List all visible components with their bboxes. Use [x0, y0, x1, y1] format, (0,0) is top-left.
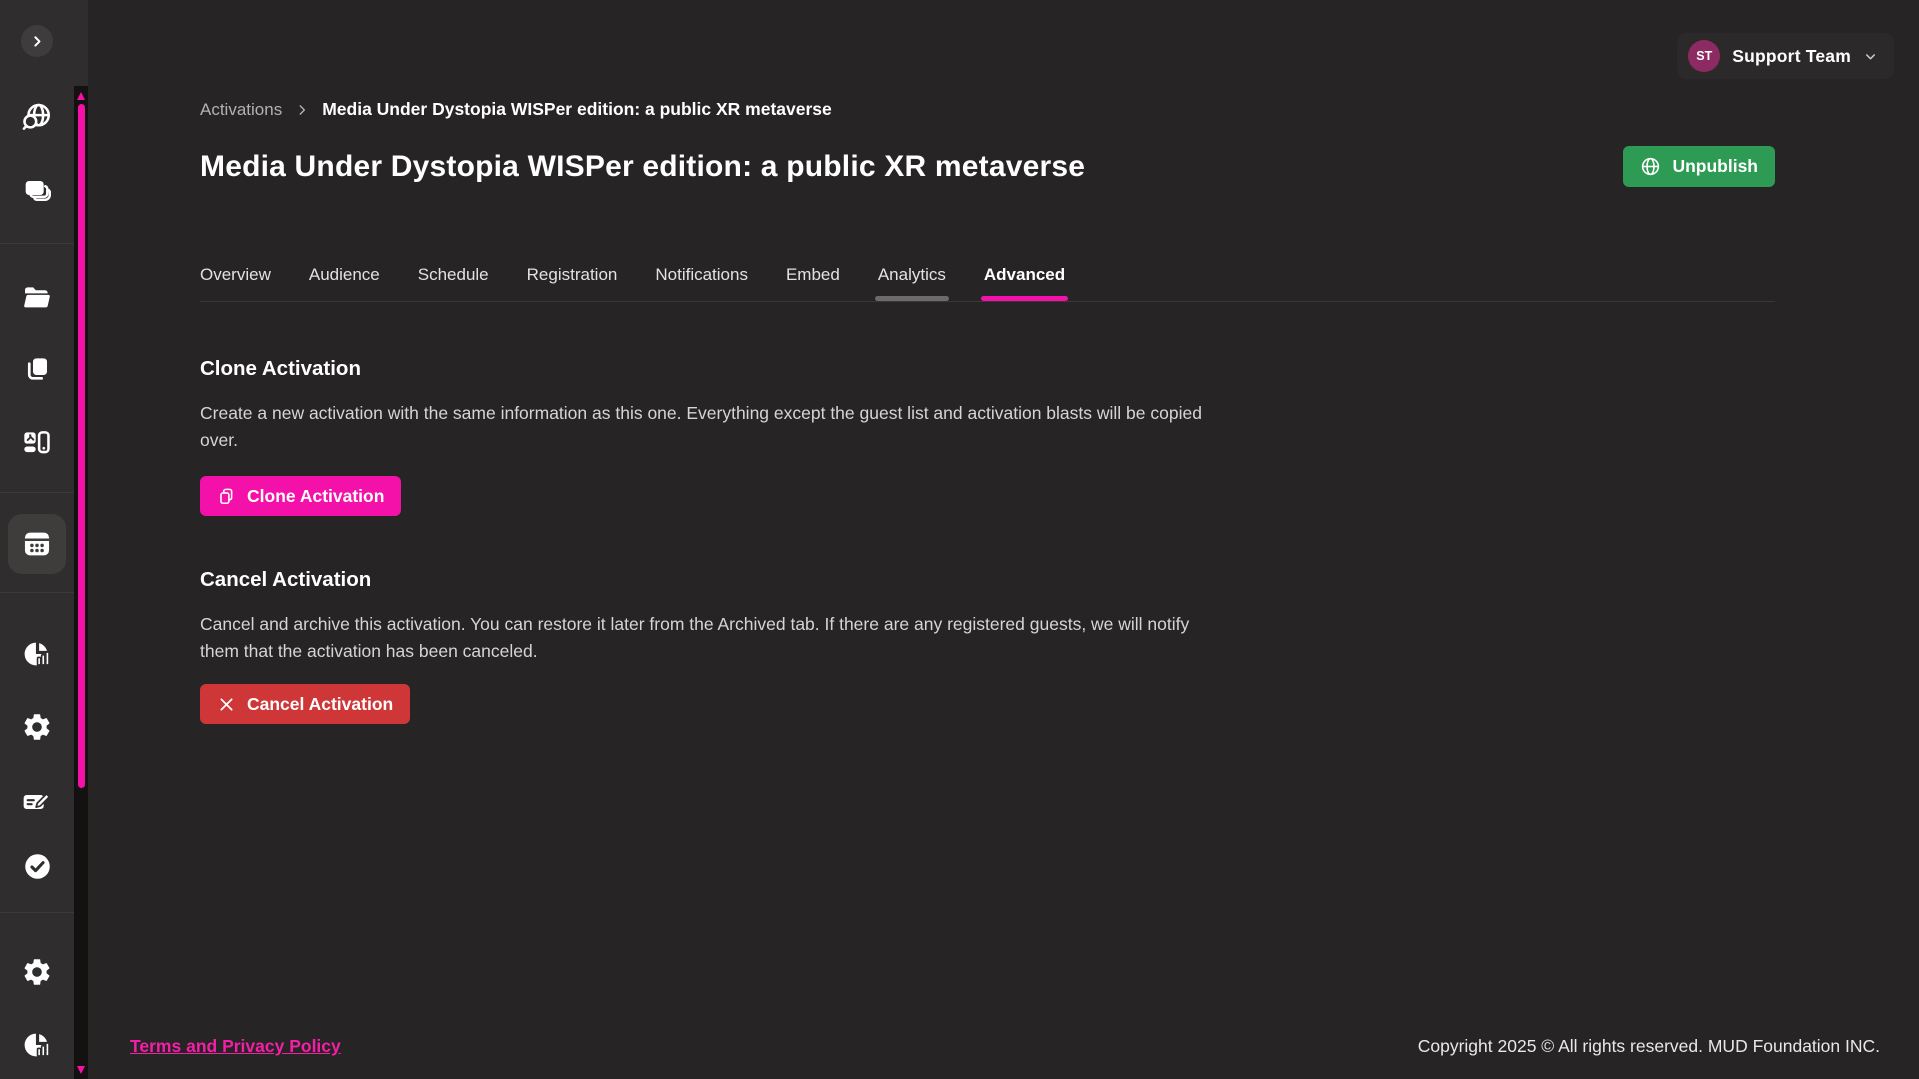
breadcrumb-activations-link[interactable]: Activations	[200, 100, 282, 120]
sidebar-item-reports[interactable]	[0, 1029, 74, 1061]
globe-icon	[1640, 156, 1661, 177]
card-edit-icon	[21, 785, 53, 817]
sidebar-item-analytics[interactable]	[0, 638, 74, 670]
sidebar-divider	[0, 592, 74, 593]
main-content: Activations Media Under Dystopia WISPer …	[200, 0, 1775, 724]
check-circle-icon	[22, 851, 53, 882]
pie-stats-icon	[21, 1029, 53, 1061]
cancel-section-heading: Cancel Activation	[200, 568, 1775, 592]
chevron-down-icon	[1863, 49, 1878, 64]
scrollbar-up-arrow-icon[interactable]	[77, 92, 85, 100]
gear-icon	[21, 956, 53, 988]
sidebar-item-media-displays[interactable]	[0, 427, 74, 459]
sidebar-item-admin-settings[interactable]	[0, 956, 74, 988]
sidebar-divider	[0, 243, 74, 244]
copy-icon	[217, 487, 236, 506]
tab-notifications[interactable]: Notifications	[655, 265, 748, 301]
footer: Terms and Privacy Policy Copyright 2025 …	[130, 1036, 1880, 1057]
tab-schedule[interactable]: Schedule	[418, 265, 489, 301]
breadcrumb-current: Media Under Dystopia WISPer edition: a p…	[322, 99, 832, 120]
clone-activation-button[interactable]: Clone Activation	[200, 476, 401, 516]
folder-open-icon	[21, 282, 53, 314]
cancel-section-description: Cancel and archive this activation. You …	[200, 611, 1215, 665]
pie-stats-icon	[21, 638, 53, 670]
sidebar-divider	[0, 912, 74, 913]
content-scrollbar-thumb[interactable]	[78, 104, 85, 788]
chevron-right-icon	[295, 103, 309, 117]
unpublish-button[interactable]: Unpublish	[1623, 146, 1775, 187]
sidebar-item-discover[interactable]	[0, 101, 74, 133]
cancel-button-label: Cancel Activation	[247, 694, 393, 715]
globe-search-icon	[21, 101, 53, 133]
sidebar-item-approvals[interactable]	[0, 851, 74, 882]
clone-section-description: Create a new activation with the same in…	[200, 400, 1215, 454]
tab-embed[interactable]: Embed	[786, 265, 840, 301]
clone-section-heading: Clone Activation	[200, 357, 1775, 381]
cancel-activation-button[interactable]: Cancel Activation	[200, 684, 410, 724]
tab-bar: Overview Audience Schedule Registration …	[200, 265, 1775, 302]
sidebar-item-settings[interactable]	[0, 711, 74, 743]
x-icon	[217, 695, 236, 714]
copyright-text: Copyright 2025 © All rights reserved. MU…	[1418, 1036, 1880, 1057]
gear-icon	[21, 711, 53, 743]
tab-analytics[interactable]: Analytics	[878, 265, 946, 301]
sidebar-item-activations-active[interactable]	[8, 514, 66, 574]
tab-registration[interactable]: Registration	[527, 265, 618, 301]
media-kiosk-icon	[21, 427, 53, 459]
terms-privacy-link[interactable]: Terms and Privacy Policy	[130, 1036, 341, 1057]
tab-advanced[interactable]: Advanced	[984, 265, 1065, 301]
copy-pages-icon	[21, 353, 53, 385]
clone-button-label: Clone Activation	[247, 486, 384, 507]
sidebar-item-files[interactable]	[0, 282, 74, 314]
sidebar-item-badges[interactable]	[0, 785, 74, 817]
calendar-icon	[20, 527, 54, 561]
tab-audience[interactable]: Audience	[309, 265, 380, 301]
chevron-right-icon	[27, 31, 47, 51]
tab-overview[interactable]: Overview	[200, 265, 271, 301]
cards-stack-icon	[21, 175, 53, 207]
sidebar-item-templates[interactable]	[0, 353, 74, 385]
scrollbar-down-arrow-icon[interactable]	[77, 1066, 85, 1074]
breadcrumb: Activations Media Under Dystopia WISPer …	[200, 99, 1775, 120]
unpublish-label: Unpublish	[1672, 156, 1758, 177]
sidebar-item-collections[interactable]	[0, 175, 74, 207]
sidebar-expand-button[interactable]	[21, 25, 53, 57]
sidebar-divider	[0, 492, 74, 493]
page-title: Media Under Dystopia WISPer edition: a p…	[200, 149, 1085, 184]
